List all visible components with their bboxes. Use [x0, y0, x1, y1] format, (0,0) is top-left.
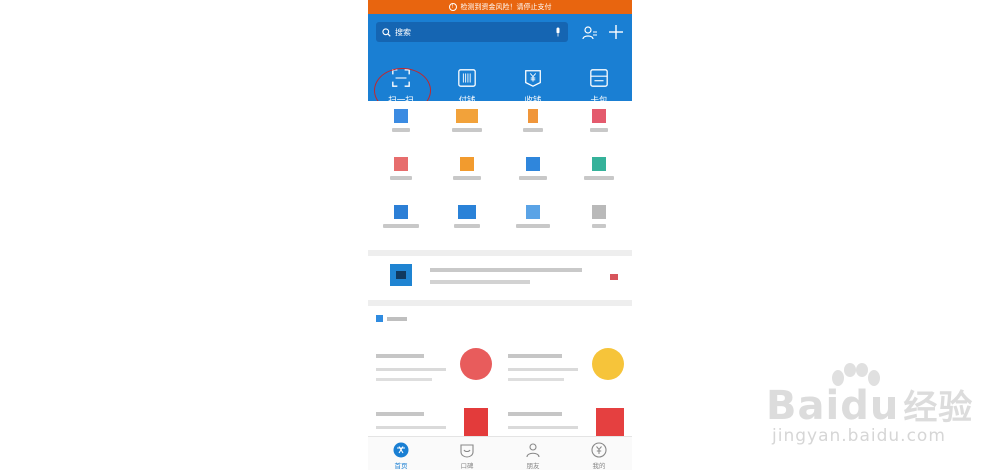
koubei-icon [460, 444, 474, 458]
feed-section-title-placeholder [387, 316, 407, 321]
baidu-jingyan-watermark: Baidu 经验 jingyan.baidu.com [760, 362, 996, 452]
service-label-placeholder [392, 128, 410, 132]
service-icon [526, 205, 540, 219]
search-placeholder: 搜索 [395, 27, 411, 37]
watermark-du: du [840, 383, 900, 429]
service-label-placeholder [590, 128, 608, 132]
service-item[interactable] [500, 101, 566, 149]
feed-title-placeholder [376, 412, 424, 416]
service-item[interactable] [368, 149, 434, 197]
watermark-cn: 经验 [903, 388, 974, 428]
service-item[interactable] [500, 197, 566, 245]
service-label-placeholder [453, 176, 481, 180]
service-icon [592, 205, 606, 219]
feed-text-placeholder [376, 426, 446, 429]
contacts-icon[interactable] [582, 25, 598, 41]
search-icon [382, 27, 391, 37]
service-item[interactable] [368, 197, 434, 245]
feed-image [592, 348, 624, 380]
banner-text-placeholder [430, 268, 582, 272]
card-wallet-icon [590, 69, 608, 87]
feed-text-placeholder [508, 426, 578, 429]
receive-button[interactable]: 收钱 [500, 56, 566, 106]
feed-card[interactable] [508, 348, 624, 398]
banner-text-placeholder [430, 280, 530, 284]
banner-thumbnail [390, 264, 412, 286]
search-row: 搜索 [376, 22, 624, 42]
service-label-placeholder [592, 224, 606, 228]
feed-title-placeholder [376, 354, 424, 358]
service-label-placeholder [383, 224, 419, 228]
service-icon [592, 109, 606, 123]
service-icon [394, 109, 408, 123]
tab-profile[interactable]: 我的 [566, 437, 632, 470]
service-icon [458, 205, 476, 219]
service-label-placeholder [516, 224, 550, 228]
tab-home[interactable]: 首页 [368, 437, 434, 470]
feed-text-placeholder [508, 378, 564, 381]
bottom-tab-bar: 首页 口碑 朋友 我的 [368, 436, 632, 470]
service-icon [528, 109, 538, 123]
service-item[interactable] [566, 197, 632, 245]
tab-profile-label: 我的 [592, 462, 606, 470]
service-label-placeholder [390, 176, 412, 180]
feed-text-placeholder [508, 368, 578, 371]
service-icon [394, 157, 408, 171]
service-item[interactable] [566, 149, 632, 197]
screenshot-stage: ! 检测到资金风险！请停止支付 搜索 首页 口碑 朋友 我的 Baidu 经验 … [0, 0, 1000, 470]
promo-banner[interactable] [368, 256, 632, 300]
service-label-placeholder [452, 128, 482, 132]
feed-title-placeholder [508, 354, 562, 358]
service-icon [394, 205, 408, 219]
search-input[interactable]: 搜索 [376, 22, 568, 42]
microphone-icon[interactable] [554, 27, 562, 37]
service-icon [460, 157, 474, 171]
tab-friends-label: 朋友 [526, 462, 540, 470]
service-item[interactable] [500, 149, 566, 197]
feed-section-title [376, 315, 407, 322]
service-item[interactable] [368, 101, 434, 149]
plus-icon[interactable] [608, 24, 624, 40]
feed-text-placeholder [376, 378, 432, 381]
service-item[interactable] [434, 101, 500, 149]
risk-warning-bar: ! 检测到资金风险！请停止支付 [368, 0, 632, 14]
service-icon [592, 157, 606, 171]
service-label-placeholder [584, 176, 614, 180]
yuan-receive-icon [525, 70, 541, 87]
feed-section-icon [376, 315, 383, 322]
banner-close-icon[interactable] [610, 274, 618, 280]
friends-icon [526, 443, 540, 458]
service-label-placeholder [519, 176, 547, 180]
feed-text-placeholder [376, 368, 446, 371]
profile-icon [591, 442, 607, 458]
service-grid [368, 101, 632, 250]
feed-image [460, 348, 492, 380]
home-icon [393, 442, 409, 458]
warning-icon: ! [448, 3, 457, 11]
service-label-placeholder [523, 128, 543, 132]
barcode-icon [458, 69, 476, 87]
home-header: 搜索 [368, 14, 632, 113]
service-icon [526, 157, 540, 171]
watermark-url: jingyan.baidu.com [772, 426, 946, 446]
service-label-placeholder [454, 224, 480, 228]
feed-title-placeholder [508, 412, 562, 416]
tab-koubei-label: 口碑 [460, 462, 474, 470]
service-icon [456, 109, 478, 123]
tab-friends[interactable]: 朋友 [500, 437, 566, 470]
risk-warning-text: 检测到资金风险！请停止支付 [460, 3, 552, 11]
pay-button[interactable]: 付钱 [434, 56, 500, 106]
tab-koubei[interactable]: 口碑 [434, 437, 500, 470]
card-wallet-button[interactable]: 卡包 [566, 56, 632, 106]
service-item[interactable] [566, 101, 632, 149]
feed-card[interactable] [376, 348, 492, 398]
service-item[interactable] [434, 197, 500, 245]
watermark-bai: Bai [766, 383, 841, 429]
section-divider [368, 300, 632, 306]
tab-home-label: 首页 [394, 462, 408, 470]
phone-screen: ! 检测到资金风险！请停止支付 搜索 首页 口碑 朋友 我的 [368, 0, 632, 470]
service-item[interactable] [434, 149, 500, 197]
